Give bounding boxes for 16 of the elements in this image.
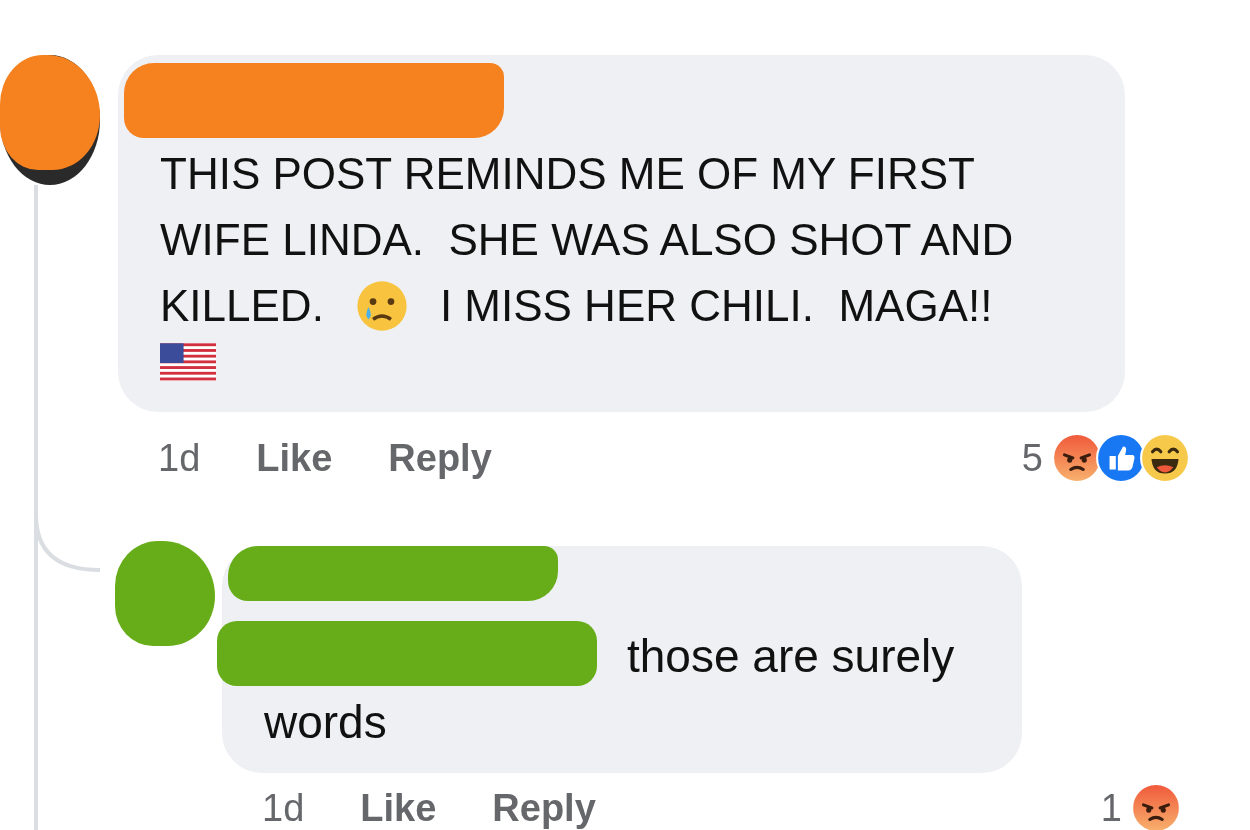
laughing-emoji-icon	[1139, 432, 1191, 484]
like-link[interactable]: Like	[360, 786, 437, 830]
reply-link[interactable]: Reply	[492, 786, 596, 830]
comment-text: those are surely words	[264, 630, 955, 748]
timestamp: 1d	[262, 786, 305, 830]
comment-text: I MISS HER CHILI. MAGA!!	[439, 280, 993, 332]
angry-emoji-icon	[1130, 782, 1182, 830]
comment-text: WIFE LINDA. SHE WAS ALSO SHOT AND	[160, 214, 1014, 266]
timestamp: 1d	[158, 436, 201, 480]
reaction-count: 5	[1021, 436, 1043, 480]
like-link[interactable]: Like	[256, 436, 333, 480]
comment-text: KILLED.	[160, 280, 324, 332]
comment-text: THIS POST REMINDS ME OF MY FIRST	[160, 148, 975, 200]
reply-link[interactable]: Reply	[388, 436, 492, 480]
flag-icon	[160, 343, 216, 381]
reaction-count: 1	[1100, 786, 1122, 830]
